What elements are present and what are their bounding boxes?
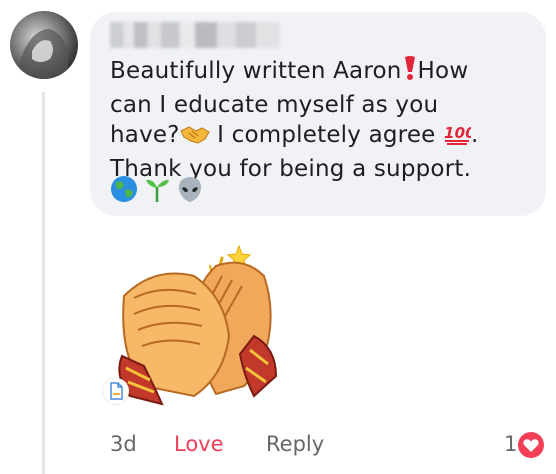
heart-icon	[516, 430, 546, 465]
comment-text: Beautifully written Aaron How can I educa…	[110, 55, 530, 184]
avatar-image	[20, 29, 68, 79]
avatar[interactable]	[10, 11, 78, 79]
handshake-icon	[179, 123, 210, 154]
comment-line-3b: I completely agree	[209, 122, 444, 148]
comment-line-1b: How	[417, 58, 469, 84]
timestamp[interactable]: 3d	[110, 432, 137, 456]
red-exclamation-icon	[402, 55, 418, 90]
comment-line-2: can I educate myself as you	[110, 91, 439, 118]
comment-line-1: Beautifully written Aaron	[110, 58, 402, 84]
thread-line	[42, 92, 45, 474]
love-reaction-button[interactable]: Love	[174, 432, 224, 456]
author-name-redacted[interactable]	[110, 22, 280, 48]
alien-icon	[179, 177, 202, 202]
comment-line-3c: .	[471, 122, 479, 148]
globe-icon	[111, 176, 137, 202]
svg-text:100: 100	[444, 124, 471, 142]
seedling-icon	[146, 179, 170, 202]
comment-line-3a: have?	[110, 122, 180, 148]
reply-button[interactable]: Reply	[266, 432, 324, 456]
hundred-points-icon: 100	[443, 121, 476, 154]
document-icon	[110, 382, 123, 400]
emoji-row	[110, 175, 204, 205]
clapping-hands-sticker[interactable]	[104, 236, 284, 416]
attachment-badge	[103, 378, 129, 404]
